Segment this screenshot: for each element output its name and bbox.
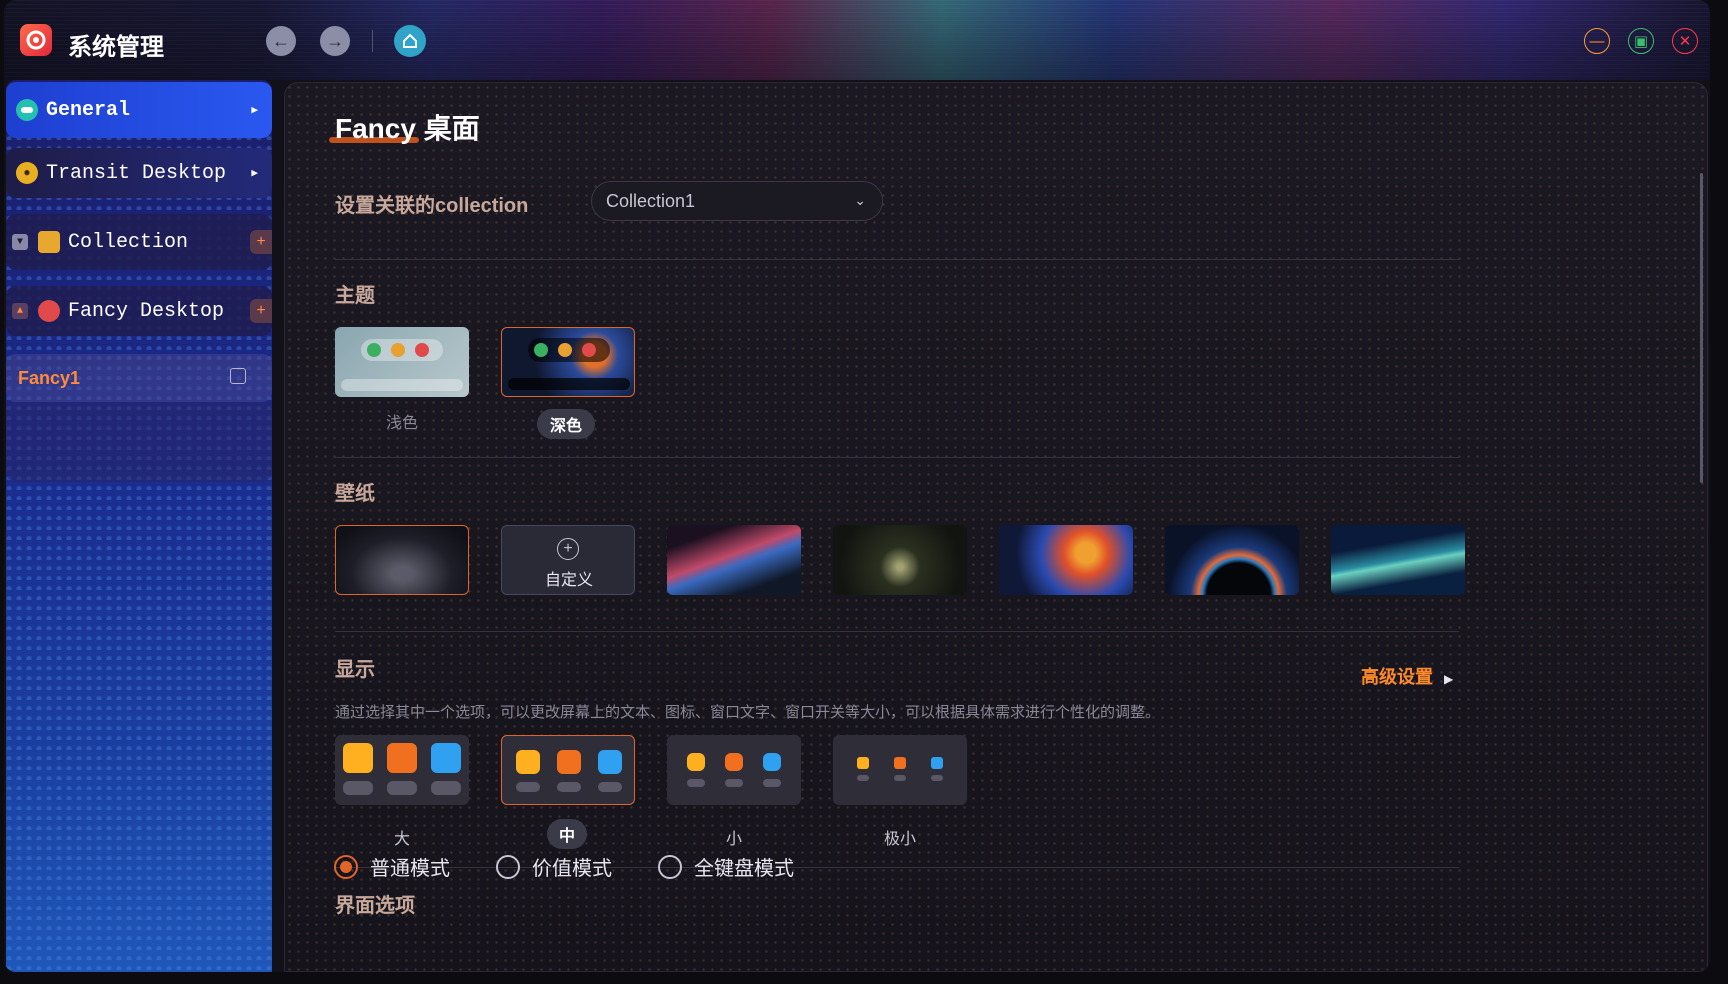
fancy-desktop-icon [38, 300, 60, 322]
theme-dark-option[interactable] [501, 327, 635, 397]
wallpaper-option-7[interactable] [1331, 525, 1465, 595]
size-medium-caption: 中 [547, 819, 587, 849]
theme-dark-caption: 深色 [537, 409, 595, 439]
add-fancy-button[interactable]: + [250, 299, 272, 323]
display-label: 显示 [335, 659, 375, 681]
size-small-option[interactable] [667, 735, 801, 805]
home-button[interactable] [394, 25, 426, 57]
back-button[interactable]: ← [266, 26, 296, 56]
wallpaper-option-3[interactable] [667, 525, 801, 595]
wallpaper-option-6[interactable] [1165, 525, 1299, 595]
mode-value-label: 价值模式 [532, 858, 612, 880]
minimize-icon: — [1589, 32, 1605, 50]
maximize-button[interactable]: ▣ [1628, 28, 1654, 54]
advanced-settings-link[interactable]: 高级设置 ▶ [1361, 663, 1453, 689]
mode-normal-label: 普通模式 [370, 858, 450, 880]
sidebar-item-fancy-desktop[interactable]: ▲ Fancy Desktop + [6, 286, 272, 336]
arrow-left-icon: ← [272, 30, 290, 51]
wallpaper-label: 壁纸 [335, 483, 375, 505]
theme-label: 主题 [335, 285, 375, 307]
sidebar-item-label: Transit Desktop [46, 161, 227, 185]
app-title: 系统管理 [68, 34, 164, 61]
divider [335, 259, 1459, 260]
mode-keyboard-label: 全键盘模式 [694, 858, 794, 880]
toolbar-divider [372, 30, 373, 52]
collection-select-value: Collection1 [606, 190, 696, 211]
radio-unchecked-icon [658, 854, 682, 879]
main-panel: Fancy 桌面 设置关联的collection Collection1 ⌄ 主… [284, 82, 1708, 972]
collection-select[interactable]: Collection1 ⌄ [591, 181, 883, 221]
app-window: 系统管理 ← → — ▣ ✕ General ▶ ● Transit Deskt… [4, 0, 1710, 972]
mode-value-radio[interactable]: 价值模式 [496, 852, 612, 881]
sidebar-item-label: Collection [68, 230, 189, 254]
custom-wallpaper-label: 自定义 [544, 572, 593, 589]
wallpaper-custom-button[interactable]: + 自定义 [501, 525, 635, 595]
divider [335, 631, 1459, 632]
divider [335, 457, 1459, 458]
add-collection-button[interactable]: + [250, 230, 272, 254]
sidebar-item-label: Fancy Desktop [68, 299, 225, 323]
scrollbar[interactable] [1700, 173, 1703, 483]
close-button[interactable]: ✕ [1672, 28, 1698, 54]
radio-checked-icon [334, 854, 358, 879]
toggle-icon [16, 99, 38, 121]
size-large-option[interactable] [335, 735, 469, 805]
wallpaper-option-4[interactable] [833, 525, 967, 595]
radio-unchecked-icon [496, 854, 520, 879]
transit-icon: ● [16, 162, 38, 184]
folder-icon [38, 231, 60, 253]
size-xsmall-caption: 极小 [883, 831, 916, 848]
theme-light-caption: 浅色 [385, 415, 418, 432]
chevron-right-icon: ▶ [251, 105, 258, 117]
size-small-caption: 小 [725, 831, 742, 848]
app-logo-icon [20, 24, 52, 56]
mode-keyboard-radio[interactable]: 全键盘模式 [658, 852, 794, 881]
sidebar: General ▶ ● Transit Desktop ▶ ▼ Collecti… [6, 80, 272, 972]
forward-button[interactable]: → [320, 26, 350, 56]
collapse-icon[interactable]: ▼ [12, 234, 28, 250]
copy-icon[interactable] [230, 368, 246, 384]
mode-normal-radio[interactable]: 普通模式 [334, 852, 450, 881]
title-bar: 系统管理 ← → — ▣ ✕ [4, 0, 1710, 80]
sidebar-item-label: General [46, 98, 131, 122]
sidebar-item-transit-desktop[interactable]: ● Transit Desktop ▶ [6, 148, 272, 198]
sidebar-item-fancy1[interactable]: Fancy1 [6, 354, 272, 402]
chevron-down-icon: ⌄ [854, 192, 866, 208]
sidebar-item-collection[interactable]: ▼ Collection + [6, 214, 272, 270]
sidebar-empty-area [6, 402, 272, 482]
maximize-icon: ▣ [1633, 33, 1649, 50]
size-large-caption: 大 [393, 831, 410, 848]
expand-icon[interactable]: ▲ [12, 303, 28, 319]
sidebar-item-general[interactable]: General ▶ [6, 82, 272, 138]
wallpaper-option-1[interactable] [335, 525, 469, 595]
display-description: 通过选择其中一个选项，可以更改屏幕上的文本、图标、窗口文字、窗口开关等大小，可以… [335, 704, 1161, 721]
sidebar-item-label: Fancy1 [18, 367, 81, 388]
chevron-right-icon: ▶ [251, 168, 258, 180]
add-icon: + [557, 538, 579, 560]
arrow-right-icon: → [326, 30, 344, 51]
minimize-button[interactable]: — [1584, 28, 1610, 54]
size-medium-option[interactable] [501, 735, 635, 805]
interface-options-label: 界面选项 [335, 895, 415, 917]
close-icon: ✕ [1678, 33, 1692, 50]
size-xsmall-option[interactable] [833, 735, 967, 805]
collection-label: 设置关联的collection [335, 195, 529, 217]
theme-light-option[interactable] [335, 327, 469, 397]
home-icon [403, 33, 417, 48]
chevron-right-icon: ▶ [1444, 672, 1454, 686]
wallpaper-option-5[interactable] [999, 525, 1133, 595]
advanced-settings-label: 高级设置 [1361, 667, 1433, 687]
page-title: Fancy 桌面 [335, 113, 480, 144]
